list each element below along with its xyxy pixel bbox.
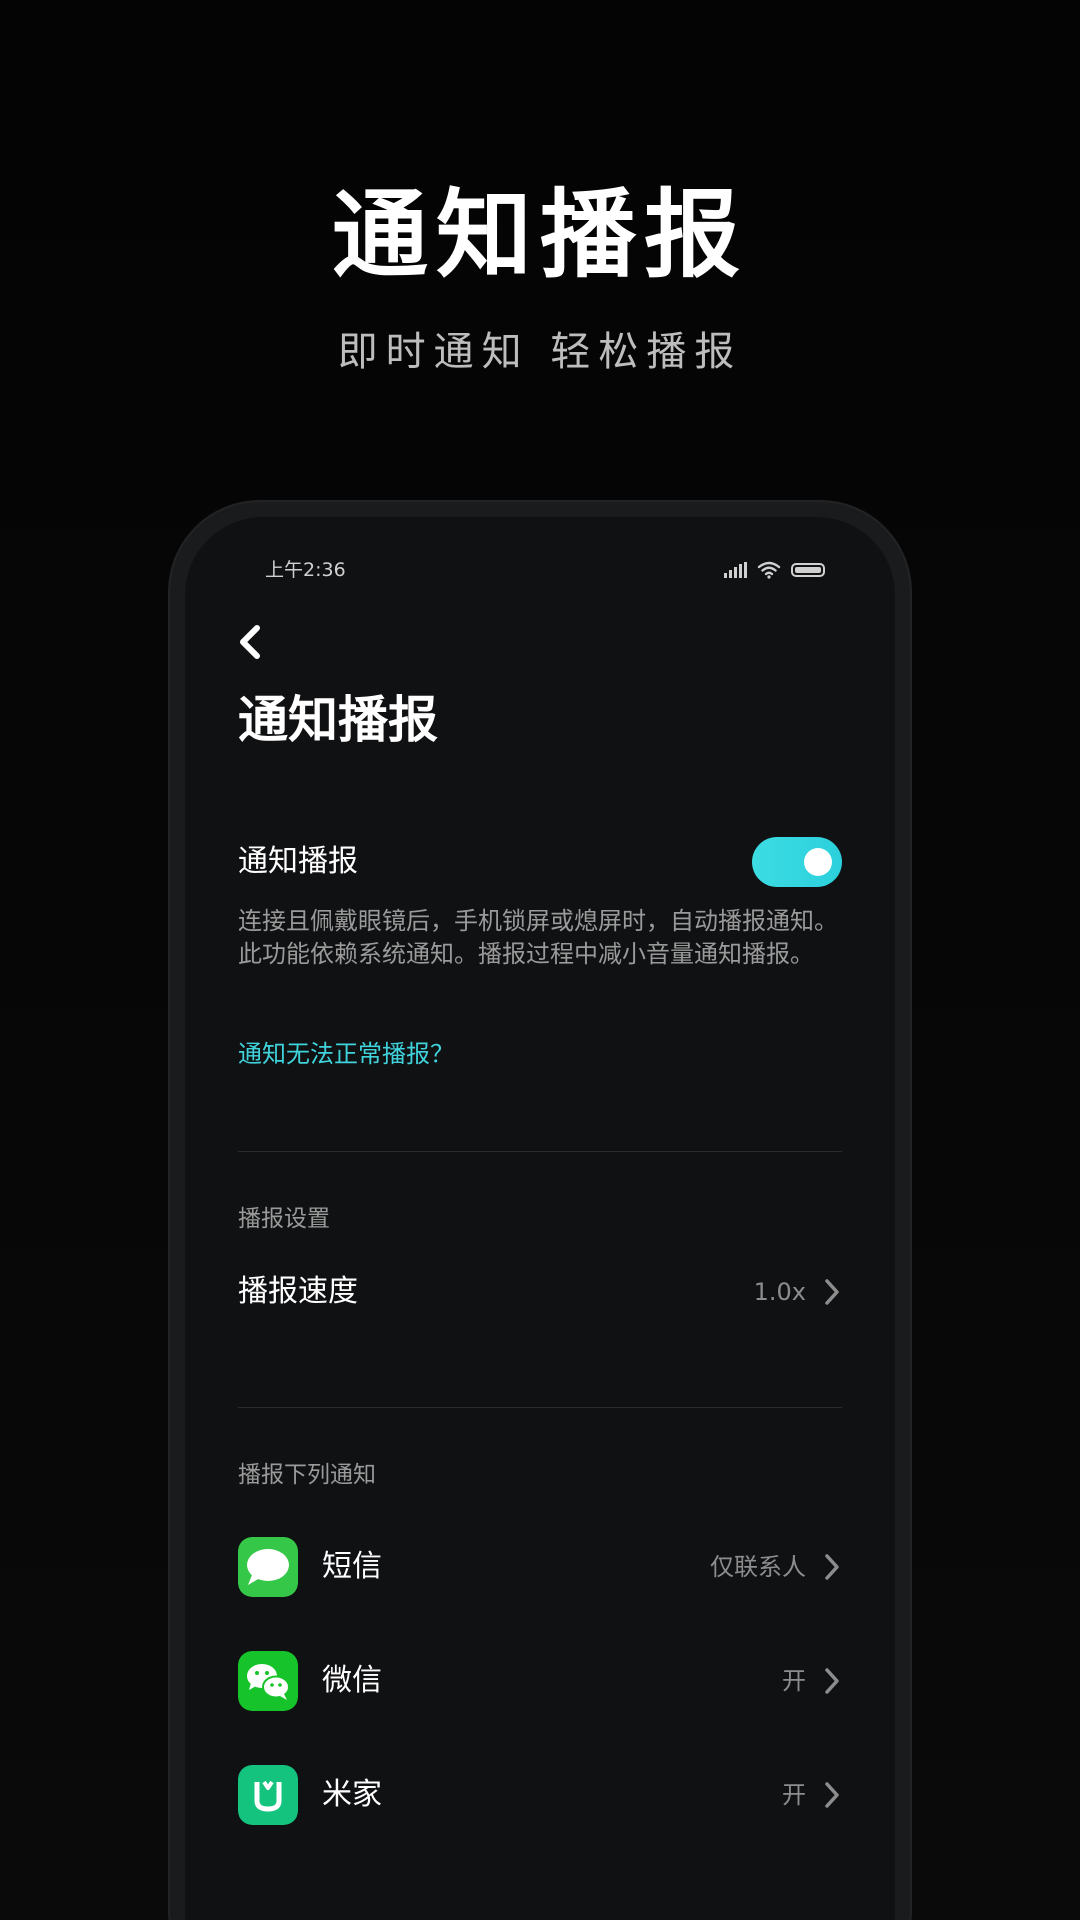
mijia-icon	[238, 1765, 298, 1825]
divider	[238, 1407, 842, 1408]
description-text: 连接且佩戴眼镜后，手机锁屏或熄屏时，自动播报通知。此功能依赖系统通知。播报过程中…	[238, 907, 838, 968]
help-link[interactable]: 通知无法正常播报？	[238, 1037, 454, 1071]
hero-title: 通知播报	[332, 179, 748, 291]
phone-screen: 上午2:36 通知播报 通知播报 连接且佩戴眼镜后，手机锁屏或熄屏时，自动播报通…	[185, 517, 895, 1920]
speed-row[interactable]: 播报速度 1.0x	[238, 1257, 842, 1327]
signal-icon	[724, 562, 747, 578]
wechat-icon	[238, 1651, 298, 1711]
chevron-right-icon	[825, 1782, 839, 1808]
app-name: 米家	[322, 1777, 382, 1812]
page: 通知播报 即时通知 轻松播报 上午2:36 通知播报 通知播报 连接且佩戴眼镜后…	[0, 0, 1080, 1920]
sms-icon	[238, 1537, 298, 1597]
chevron-right-icon	[825, 1668, 839, 1694]
app-row-sms[interactable]: 短信 仅联系人	[185, 1532, 895, 1602]
section-header-notify-list: 播报下列通知	[238, 1462, 376, 1488]
phone-frame: 上午2:36 通知播报 通知播报 连接且佩戴眼镜后，手机锁屏或熄屏时，自动播报通…	[170, 502, 910, 1920]
screen-title: 通知播报	[238, 691, 438, 749]
speed-value: 1.0x	[753, 1278, 806, 1306]
notification-broadcast-toggle[interactable]	[752, 837, 842, 887]
status-time: 上午2:36	[265, 559, 346, 581]
chevron-right-icon	[825, 1279, 839, 1305]
status-icons	[724, 557, 825, 583]
toggle-knob	[804, 848, 832, 876]
section-header-broadcast-settings: 播报设置	[238, 1206, 330, 1232]
toggle-label: 通知播报	[238, 844, 358, 879]
app-row-mijia[interactable]: 米家 开	[185, 1760, 895, 1830]
app-value: 开	[782, 1667, 806, 1695]
app-name: 短信	[322, 1549, 382, 1584]
app-value: 开	[782, 1781, 806, 1809]
back-arrow-icon	[240, 625, 260, 659]
wifi-icon	[757, 561, 781, 579]
divider	[238, 1151, 842, 1152]
app-value: 仅联系人	[710, 1553, 806, 1581]
battery-icon	[791, 563, 825, 577]
app-name: 微信	[322, 1663, 382, 1698]
app-row-wechat[interactable]: 微信 开	[185, 1646, 895, 1716]
chevron-right-icon	[825, 1554, 839, 1580]
back-button[interactable]	[235, 612, 295, 672]
hero-subtitle: 即时通知 轻松播报	[337, 329, 743, 375]
speed-label: 播报速度	[238, 1274, 358, 1309]
